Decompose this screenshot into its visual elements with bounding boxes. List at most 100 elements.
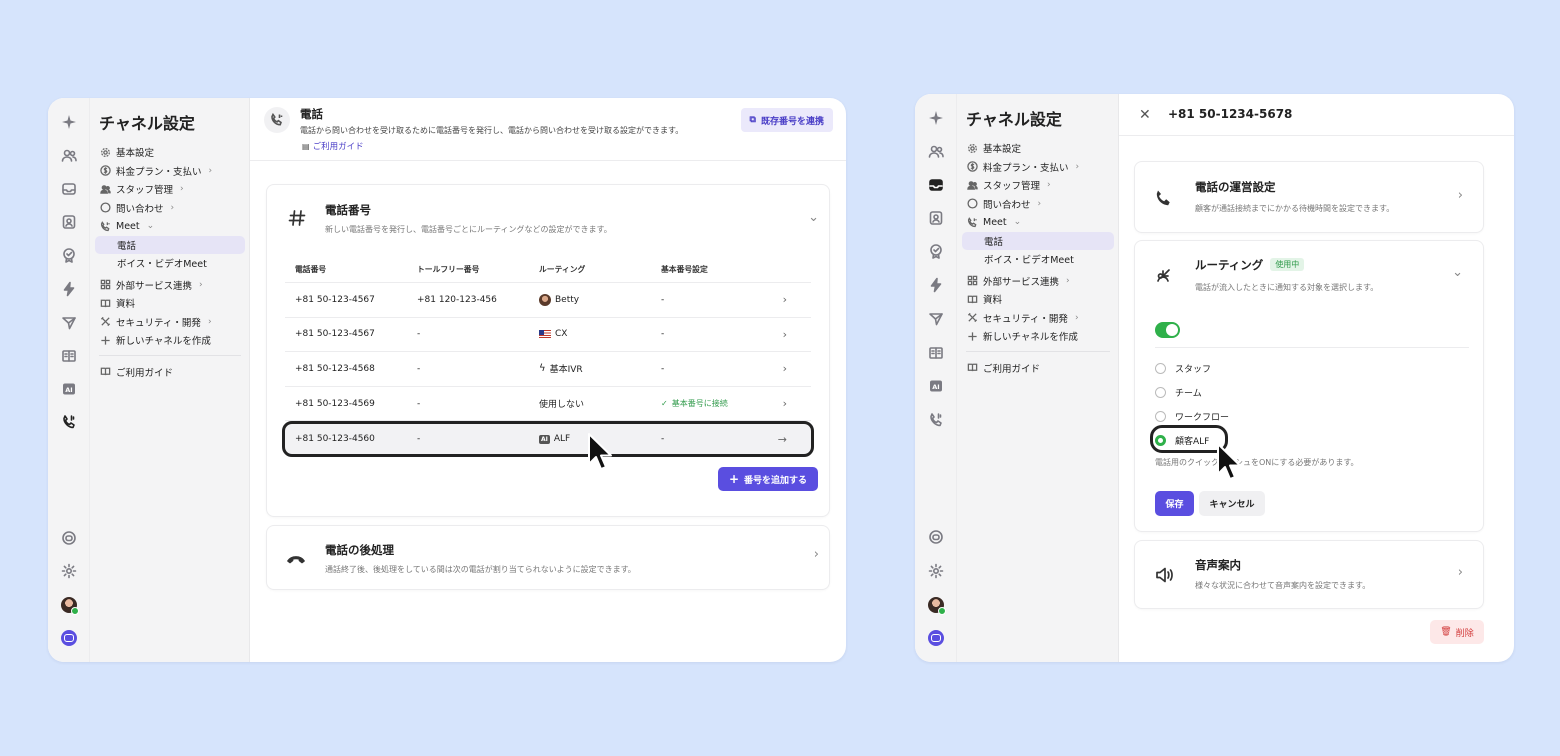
badge-check-icon[interactable] [61, 247, 77, 263]
sparkle-icon[interactable] [61, 114, 77, 130]
book-icon[interactable] [928, 345, 944, 361]
routing-toggle[interactable] [1155, 322, 1180, 338]
routing-card: ルーティング 使用中 電話が流入したときに通知する対象を選択します。 ⌄ スタッフ… [1134, 240, 1484, 532]
send-icon[interactable] [61, 315, 77, 331]
radio-label: チーム [1175, 389, 1202, 399]
sidebar-item-basic[interactable]: 基本設定 [95, 143, 245, 162]
radio-workflow[interactable]: ワークフロー [1155, 410, 1229, 423]
table-header: 電話番号 トールフリー番号 ルーティング 基本番号設定 [285, 257, 811, 283]
ai-icon[interactable]: AI [61, 381, 77, 397]
delete-button[interactable]: 🗑 削除 [1430, 620, 1484, 644]
book-icon[interactable] [61, 348, 77, 364]
tollfree-number: - [417, 434, 421, 445]
save-button[interactable]: 保存 [1155, 491, 1194, 516]
inbox-icon[interactable] [928, 177, 944, 193]
send-icon[interactable] [928, 311, 944, 327]
chevron-down-icon[interactable]: ⌄ [808, 210, 819, 225]
dollar-icon [966, 161, 978, 173]
radio-team[interactable]: チーム [1155, 386, 1202, 399]
radio-staff[interactable]: スタッフ [1155, 362, 1211, 375]
chevron-right-icon[interactable]: › [783, 293, 787, 306]
phone-number: +81 50-123-4567 [295, 329, 375, 340]
sidebar-item-inquiry[interactable]: 問い合わせ › [95, 199, 245, 218]
sidebar-item-label: 外部サービス連携 [116, 280, 193, 292]
sidebar-title: チャネル設定 [966, 110, 1062, 129]
ai-icon: AI [539, 434, 550, 444]
settings-icon[interactable] [928, 563, 944, 579]
sidebar-item-label: Meet [983, 216, 1007, 228]
guide-link[interactable]: ▤ ご利用ガイド [302, 140, 364, 153]
chevron-right-icon[interactable]: › [783, 397, 787, 410]
gear-icon [966, 142, 978, 154]
phone-number: +81 50-123-4568 [295, 363, 375, 374]
sidebar-item-voice-video-meet[interactable]: ボイス・ビデオMeet [962, 250, 1114, 269]
sidebar-item-integrations[interactable]: 外部サービス連携 › [95, 276, 245, 295]
arrow-right-icon[interactable]: → [778, 433, 787, 446]
sidebar-item-security[interactable]: セキュリティ・開発 › [962, 309, 1114, 328]
sidebar-item-inquiry[interactable]: 問い合わせ › [962, 195, 1114, 214]
chevron-right-icon: › [1074, 312, 1079, 323]
chevron-down-icon[interactable]: ⌄ [1452, 265, 1463, 280]
settings-icon[interactable] [61, 563, 77, 579]
sidebar-item-staff[interactable]: スタッフ管理 › [962, 176, 1114, 195]
sidebar-item-meet[interactable]: Meet ⌄ [962, 213, 1114, 232]
sidebar-item-meet[interactable]: Meet ⌄ [95, 217, 245, 236]
sidebar-item-phone[interactable]: 電話 [95, 235, 245, 254]
voice-guide-card[interactable]: 音声案内 様々な状況に合わせて音声案内を設定できます。 › [1134, 540, 1484, 609]
table-row-highlighted[interactable]: +81 50-123-4560 - AI ALF - → [282, 421, 814, 458]
users-icon[interactable] [928, 144, 944, 160]
contact-card-icon[interactable] [928, 210, 944, 226]
add-number-button[interactable]: + 番号を追加する [718, 467, 818, 491]
message-icon[interactable] [61, 530, 77, 546]
table-row[interactable]: +81 50-123-4568 - ϟ 基本IVR - › [285, 352, 811, 387]
brand-logo-icon[interactable] [61, 630, 77, 646]
sidebar-item-integrations[interactable]: 外部サービス連携 › [962, 272, 1114, 291]
sidebar-item-label: 料金プラン・支払い [116, 166, 202, 178]
table-row[interactable]: +81 50-123-4567 +81 120-123-456 Betty - … [285, 283, 811, 318]
table-row[interactable]: +81 50-123-4569 - 使用しない ✓ 基本番号に接続 › [285, 387, 811, 422]
sidebar-item-label: スタッフ管理 [983, 181, 1041, 193]
phone-icon[interactable] [928, 412, 944, 428]
external-link-icon: ⧉ [749, 115, 756, 125]
sidebar-item-documents[interactable]: 資料 [962, 290, 1114, 309]
contact-card-icon[interactable] [61, 214, 77, 230]
sidebar-item-guide[interactable]: ご利用ガイド [95, 363, 245, 382]
cancel-button[interactable]: キャンセル [1199, 491, 1265, 516]
ai-icon[interactable]: AI [928, 378, 944, 394]
chevron-right-icon[interactable]: › [783, 328, 787, 341]
phone-icon[interactable] [61, 414, 77, 430]
book-icon [99, 366, 111, 378]
close-icon[interactable]: ✕ [1139, 107, 1151, 123]
bolt-icon[interactable] [61, 281, 77, 297]
card-description: 様々な状況に合わせて音声案内を設定できます。 [1195, 581, 1371, 590]
brand-logo-icon[interactable] [928, 630, 944, 646]
card-description: 新しい電話番号を発行し、電話番号ごとにルーティングなどの設定ができます。 [325, 225, 612, 234]
user-avatar[interactable] [928, 597, 946, 615]
inbox-icon[interactable] [61, 181, 77, 197]
sidebar-item-staff[interactable]: スタッフ管理 › [95, 180, 245, 199]
sparkle-icon[interactable] [928, 110, 944, 126]
chevron-right-icon[interactable]: › [783, 362, 787, 375]
main-panel: 電話 電話から問い合わせを受け取るために電話番号を発行し、電話から問い合わせを受… [250, 98, 846, 662]
sidebar-item-documents[interactable]: 資料 [95, 294, 245, 313]
sidebar-item-billing[interactable]: 料金プラン・支払い › [962, 158, 1114, 177]
sidebar-item-billing[interactable]: 料金プラン・支払い › [95, 162, 245, 181]
sidebar-item-basic[interactable]: 基本設定 [962, 139, 1114, 158]
sidebar-item-new-channel[interactable]: 新しいチャネルを作成 [962, 327, 1114, 346]
sidebar-item-guide[interactable]: ご利用ガイド [962, 359, 1114, 378]
ops-settings-card[interactable]: 電話の運営設定 顧客が通話接続までにかかる待機時間を設定できます。 › [1134, 161, 1484, 233]
post-call-card[interactable]: 電話の後処理 通話終了後、後処理をしている間は次の電話が割り当てられないように設… [266, 525, 830, 590]
table-row[interactable]: +81 50-123-4567 - CX - › [285, 318, 811, 353]
sidebar-item-phone[interactable]: 電話 [962, 231, 1114, 250]
badge-check-icon[interactable] [928, 243, 944, 259]
bolt-icon[interactable] [928, 277, 944, 293]
svg-text:AI: AI [65, 386, 72, 394]
users-icon[interactable] [61, 148, 77, 164]
user-avatar[interactable] [61, 597, 79, 615]
sidebar-item-security[interactable]: セキュリティ・開発 › [95, 313, 245, 332]
book-icon [966, 362, 978, 374]
sidebar-item-new-channel[interactable]: 新しいチャネルを作成 [95, 331, 245, 350]
message-icon[interactable] [928, 529, 944, 545]
link-existing-number-button[interactable]: ⧉ 既存番号を連携 [740, 108, 833, 132]
sidebar-item-voice-video-meet[interactable]: ボイス・ビデオMeet [95, 254, 245, 273]
